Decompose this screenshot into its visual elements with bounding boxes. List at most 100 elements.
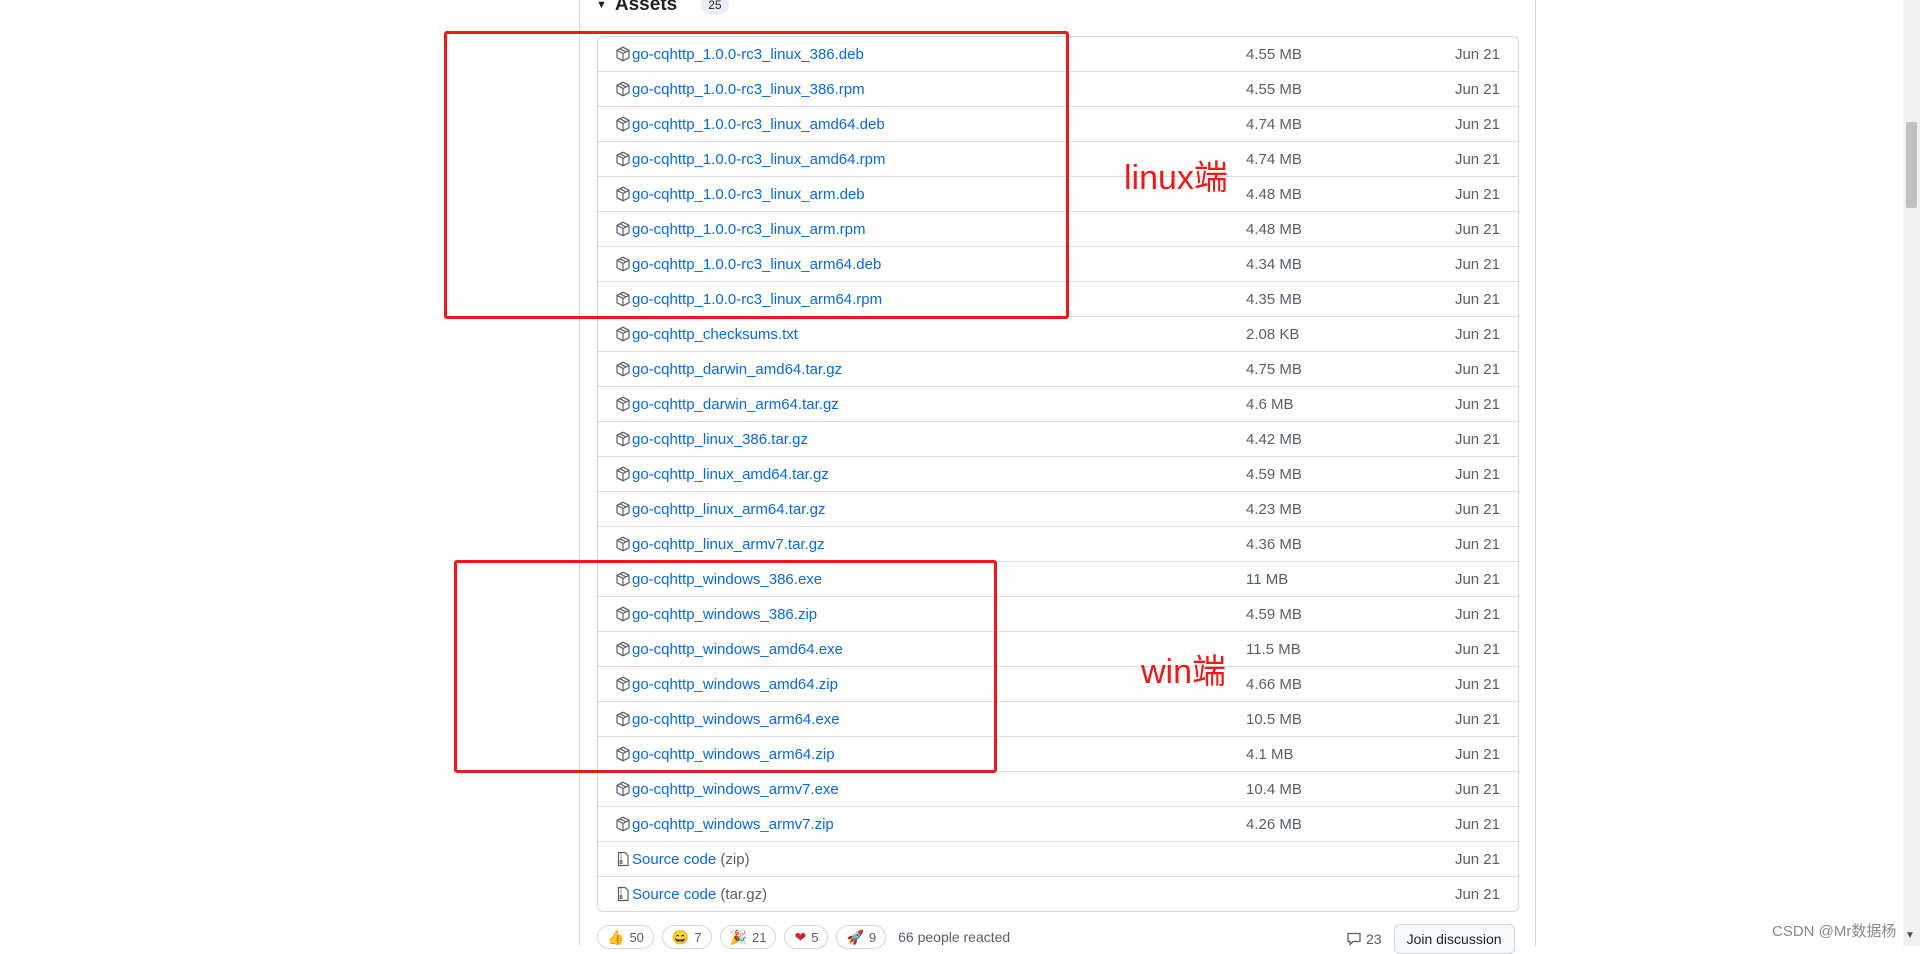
asset-date: Jun 21 [1454,885,1500,903]
scroll-down-arrow-icon[interactable]: ▼ [1905,930,1915,941]
asset-date: Jun 21 [1454,150,1500,168]
asset-size: 4.74 MB [1246,115,1302,133]
asset-date: Jun 21 [1454,675,1500,693]
asset-size: 4.66 MB [1246,675,1302,693]
source-code-format: (zip) [720,850,750,868]
asset-date: Jun 21 [1454,220,1500,238]
comment-count-value: 23 [1366,931,1382,947]
asset-link[interactable]: go-cqhttp_checksums.txt [632,326,798,343]
asset-date: Jun 21 [1454,465,1500,483]
asset-link[interactable]: go-cqhttp_windows_armv7.zip [632,816,834,833]
reaction-count: 50 [629,929,644,945]
asset-link[interactable]: go-cqhttp_linux_arm64.tar.gz [632,501,825,518]
asset-date: Jun 21 [1454,115,1500,133]
reaction-count: 5 [811,929,819,945]
source-code-link[interactable]: Source code (tar.gz) [632,886,767,903]
asset-date: Jun 21 [1454,500,1500,518]
asset-size: 4.55 MB [1246,80,1302,98]
asset-row: go-cqhttp_darwin_arm64.tar.gz 4.6 MB Jun 2… [598,386,1518,421]
discussion-area: 23 Join discussion [1346,924,1515,954]
reaction-button[interactable]: 🎉 21 [719,925,777,949]
asset-size: 11 MB [1246,570,1289,588]
asset-link[interactable]: go-cqhttp_linux_386.tar.gz [632,431,808,448]
file-zip-icon [615,851,631,867]
package-icon [615,466,631,482]
asset-date: Jun 21 [1454,430,1500,448]
source-code-row: Source code (tar.gz) Jun 21 [598,876,1518,911]
asset-size: 4.48 MB [1246,185,1302,203]
tada-icon: 🎉 [729,928,748,945]
asset-size: 4.48 MB [1246,220,1302,238]
asset-size: 4.74 MB [1246,150,1302,168]
package-icon [615,501,631,517]
asset-date: Jun 21 [1454,80,1500,98]
thumbs-up-icon: 👍 [607,928,625,945]
heart-icon: ❤ [794,928,807,945]
asset-row: go-cqhttp_windows_armv7.exe 10.4 MB Jun 21 [598,771,1518,806]
file-zip-icon [615,886,631,902]
asset-size: 10.4 MB [1246,780,1302,798]
asset-link[interactable]: go-cqhttp_darwin_amd64.tar.gz [632,361,842,378]
asset-date: Jun 21 [1454,325,1500,343]
asset-row: go-cqhttp_checksums.txt 2.08 KB Jun 21 [598,316,1518,351]
asset-date: Jun 21 [1454,395,1500,413]
caret-down-icon: ▼ [596,0,607,11]
asset-size: 4.1 MB [1246,745,1294,763]
source-code-link[interactable]: Source code (zip) [632,851,750,868]
assets-header[interactable]: ▼ Assets 25 [596,0,729,16]
win-annotation-label: win端 [1141,653,1227,691]
scrollbar-thumb[interactable] [1906,122,1917,208]
rocket-icon: 🚀 [846,928,864,945]
comment-count[interactable]: 23 [1346,931,1382,947]
linux-annotation-box [444,31,1069,319]
asset-date: Jun 21 [1454,45,1500,63]
asset-link[interactable]: go-cqhttp_darwin_arm64.tar.gz [632,396,839,413]
reactions-summary: 66 people reacted [898,929,1011,945]
asset-size: 4.36 MB [1246,535,1302,553]
package-icon [615,816,631,832]
reaction-count: 9 [868,929,877,945]
asset-size: 2.08 KB [1246,325,1300,343]
reaction-count: 21 [752,929,767,945]
asset-date: Jun 21 [1454,745,1500,763]
assets-title: Assets [614,0,678,15]
source-code-format: (tar.gz) [720,885,768,903]
asset-size: 4.59 MB [1246,605,1302,623]
source-code-label: Source code [632,850,717,868]
asset-date: Jun 21 [1454,780,1500,798]
reaction-button[interactable]: ❤ 5 [784,925,829,949]
source-code-row: Source code (zip) Jun 21 [598,841,1518,876]
asset-date: Jun 21 [1454,710,1500,728]
reaction-button[interactable]: 😄 7 [661,925,712,949]
asset-size: 4.59 MB [1246,465,1302,483]
asset-row: go-cqhttp_darwin_amd64.tar.gz 4.75 MB Jun … [598,351,1518,386]
asset-link[interactable]: go-cqhttp_windows_armv7.exe [632,781,839,798]
asset-date: Jun 21 [1454,605,1500,623]
package-icon [615,536,631,552]
asset-date: Jun 21 [1454,570,1500,588]
asset-size: 4.6 MB [1246,395,1294,413]
asset-link[interactable]: go-cqhttp_linux_armv7.tar.gz [632,536,825,553]
package-icon [615,431,631,447]
reaction-button[interactable]: 🚀 9 [836,925,887,949]
asset-size: 4.42 MB [1246,430,1302,448]
asset-size: 4.55 MB [1246,45,1302,63]
assets-count-badge: 25 [701,0,729,14]
asset-date: Jun 21 [1454,255,1500,273]
asset-date: Jun 21 [1454,815,1500,833]
asset-size: 4.26 MB [1246,815,1302,833]
asset-row: go-cqhttp_linux_386.tar.gz 4.42 MB Jun 21 [598,421,1518,456]
asset-date: Jun 21 [1454,360,1500,378]
asset-size: 4.35 MB [1246,290,1302,308]
asset-date: Jun 21 [1454,850,1500,868]
asset-row: go-cqhttp_linux_armv7.tar.gz 4.36 MB Jun 2… [598,526,1518,561]
join-discussion-button[interactable]: Join discussion [1393,924,1515,954]
asset-date: Jun 21 [1454,535,1500,553]
asset-row: go-cqhttp_linux_arm64.tar.gz 4.23 MB Jun 2… [598,491,1518,526]
asset-size: 4.23 MB [1246,500,1302,518]
source-code-label: Source code [632,885,717,903]
linux-annotation-label: linux端 [1124,159,1228,197]
reaction-button[interactable]: 👍 50 [597,925,654,949]
win-annotation-box [454,560,997,773]
asset-link[interactable]: go-cqhttp_linux_amd64.tar.gz [632,466,829,483]
